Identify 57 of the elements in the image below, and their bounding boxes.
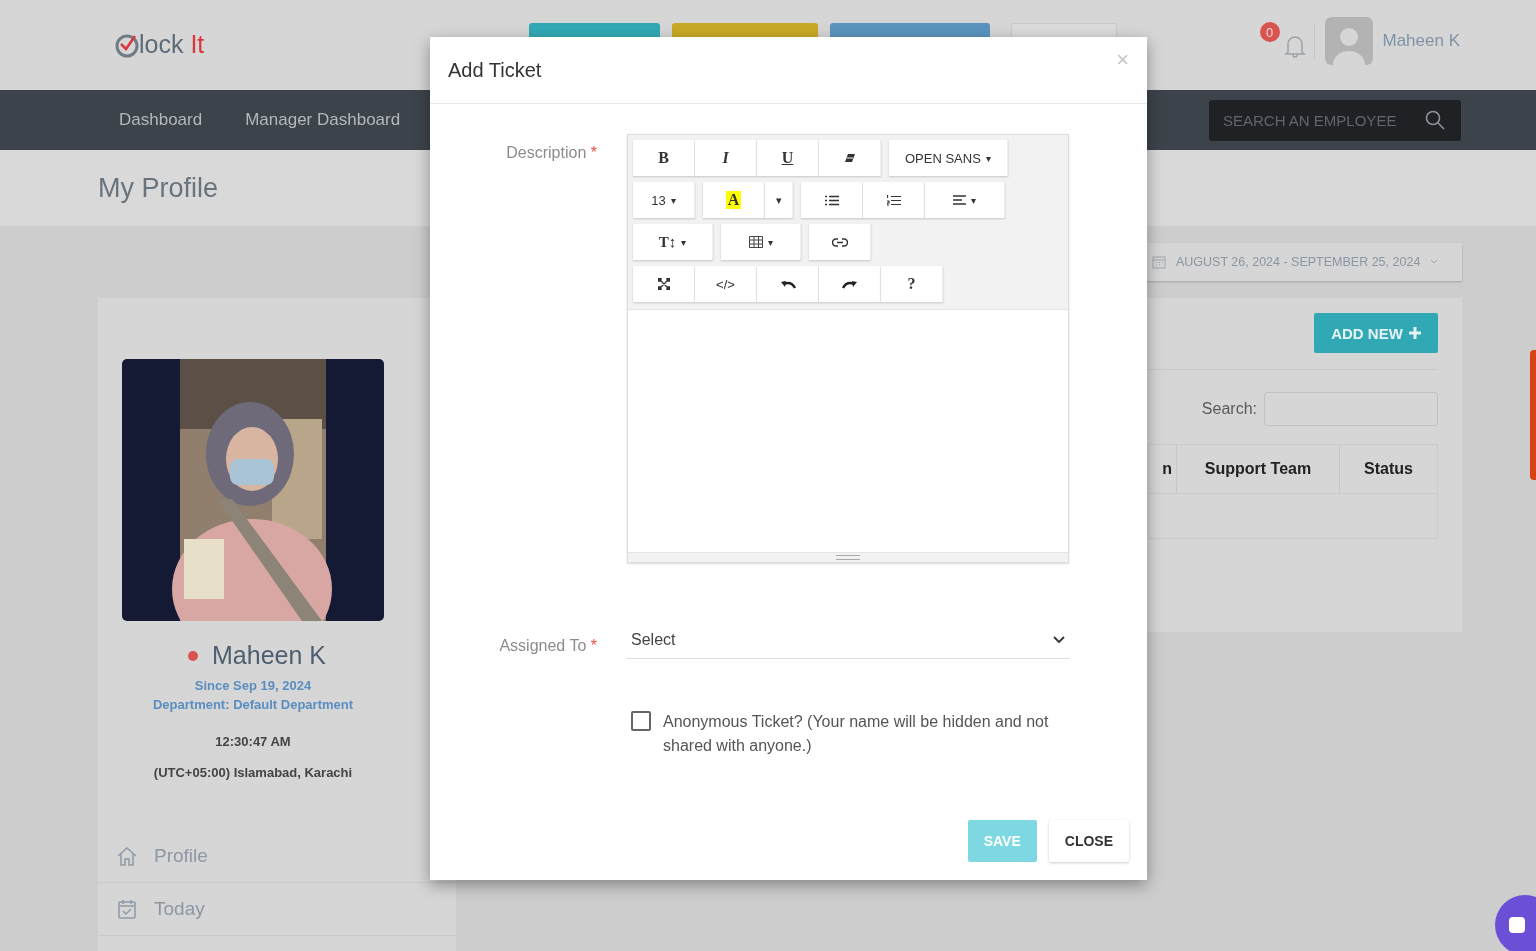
department: Department: Default Department [152,696,354,714]
nav-link[interactable]: Dashboard [119,110,203,130]
toolbar-button[interactable]: ▾ [765,182,793,218]
table-icon [748,236,763,248]
caret-icon [1430,259,1439,265]
column-header: Status [1363,459,1414,479]
calendar-check-icon [116,898,138,920]
toolbar-button[interactable]: 13 ▾ [633,182,695,218]
toolbar-button[interactable] [633,266,695,302]
logo[interactable]: lock It [115,30,205,59]
expand-icon [657,278,670,290]
toolbar-button[interactable]: OPEN SANS ▾ [889,140,1008,176]
date-range-text: AUGUST 26, 2024 - SEPTEMBER 25, 2024 [1176,255,1421,269]
checkbox-label: Anonymous Ticket? (Your name will be hidden and not shared with anyone.) [663,712,1050,756]
toolbar-button[interactable]: ▾ [925,182,1005,218]
numbered-list-icon [886,194,901,206]
eraser-icon [843,153,856,163]
toolbar-button[interactable]: B [633,140,695,176]
redo-icon [841,279,858,289]
toolbar-button[interactable]: I [695,140,757,176]
timezone: (UTC+05:00) Islamabad, Karachi [153,765,353,780]
current-time: 12:30:47 AM [215,734,291,749]
page-title: My Profile [98,172,219,204]
logo-text: lock It [139,30,205,59]
bell-icon[interactable] [1283,34,1306,58]
toolbar-button[interactable]: ? [881,266,943,302]
assignee-select[interactable]: Select [627,627,1069,659]
chat-icon [1509,917,1525,933]
field-label: Description * [505,143,597,163]
field-label: Assigned To * [498,636,597,656]
home-icon [116,845,138,867]
link-icon [831,237,848,247]
since-date: Since Sep 19, 2024 [194,677,312,695]
search-label: Search: [1201,400,1257,418]
search-icon[interactable] [1425,109,1445,130]
toolbar-button[interactable]: </> [695,266,757,302]
column-header: n [1149,445,1177,493]
toolbar-button[interactable]: A [703,182,765,218]
search-field[interactable]: SEARCH AN EMPLOYEE [1209,99,1461,141]
undo-icon [779,279,796,289]
toolbar-button[interactable]: T↕ ▾ [633,224,713,260]
calendar-icon [1152,255,1166,269]
column-header: Support Team [1177,445,1340,493]
plus-icon [1408,327,1421,339]
dialog-title: Add Ticket [448,58,542,82]
toolbar-button[interactable]: U [757,140,819,176]
avatar[interactable] [1324,17,1373,65]
checkbox[interactable] [631,711,651,731]
chevron-down-icon [1053,636,1065,644]
nav-link[interactable]: Manager Dashboard [245,110,401,130]
resize-handle[interactable] [628,552,1068,562]
align-left-icon [953,195,966,205]
toolbar-button[interactable]: ▾ [721,224,801,260]
close-button[interactable]: CLOSE [1048,820,1129,862]
profile-name: Maheen K [212,641,326,670]
notification-badge: 0 [1259,22,1280,42]
bullet-list-icon [824,194,839,206]
